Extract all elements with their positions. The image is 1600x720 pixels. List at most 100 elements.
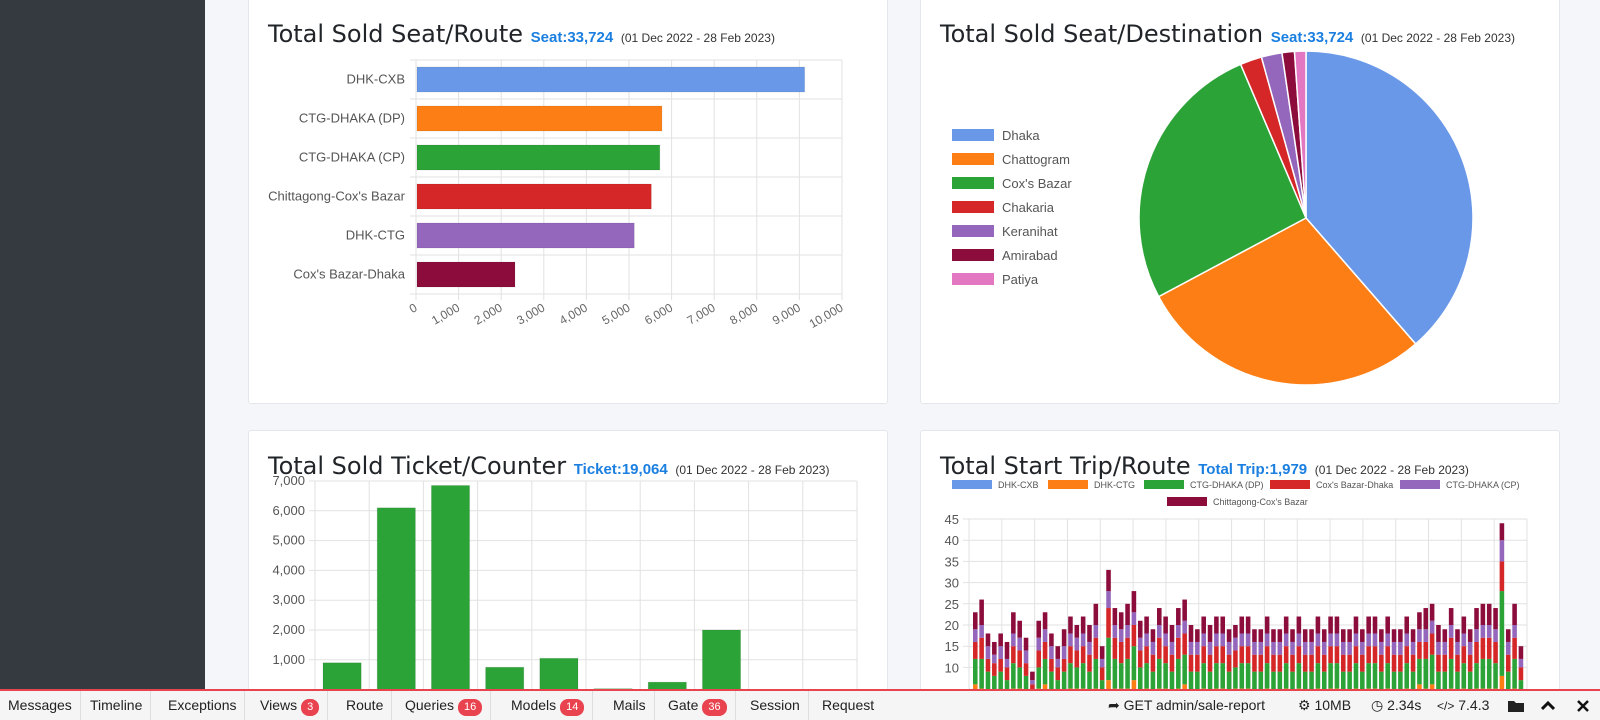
bar — [430, 484, 471, 720]
close-icon[interactable] — [1577, 691, 1589, 720]
bar-segment — [1448, 637, 1454, 659]
bar-segment — [1207, 641, 1213, 655]
bar-segment — [1429, 603, 1435, 621]
memory-value: 10MB — [1314, 697, 1352, 713]
bar-segment — [1106, 569, 1111, 592]
bar-segment — [973, 629, 978, 642]
bar-segment — [1518, 646, 1524, 659]
bar-segment — [1220, 646, 1226, 664]
debug-tab-exceptions[interactable]: Exceptions — [160, 691, 246, 720]
debug-tab-request[interactable]: Request — [814, 691, 882, 720]
y-tick-label: 4,000 — [272, 562, 305, 577]
bar-segment — [1214, 616, 1219, 634]
bar-segment — [1214, 663, 1219, 689]
bar-segment — [1207, 625, 1213, 642]
bar-segment — [1201, 663, 1206, 689]
bar-segment — [1372, 633, 1378, 647]
bar-segment — [1341, 641, 1346, 655]
bar-segment — [1176, 658, 1181, 689]
bar-segment — [1366, 616, 1371, 634]
chevron-up-icon[interactable] — [1540, 691, 1556, 720]
x-tick-label: 1,000 — [429, 300, 462, 327]
folder-icon[interactable] — [1507, 691, 1525, 720]
bar-segment — [1074, 625, 1080, 638]
bar-segment — [1499, 523, 1505, 541]
debug-tab-models[interactable]: Models 14 — [503, 691, 594, 720]
debug-tab-session[interactable]: Session — [742, 691, 809, 720]
bar-segment — [1290, 641, 1295, 655]
bar-segment — [1302, 641, 1308, 655]
bar-segment — [1220, 663, 1226, 689]
bar-segment — [1385, 633, 1390, 647]
category-label: CTG-DHAKA (CP) — [299, 150, 405, 165]
bar-segment — [1467, 629, 1473, 642]
bar-segment — [1385, 616, 1390, 634]
clock-icon: ◷ — [1371, 697, 1384, 713]
x-tick-label: 5,000 — [599, 300, 632, 327]
bar — [416, 183, 652, 210]
bar-segment — [1137, 637, 1143, 651]
bar-segment — [1455, 629, 1460, 642]
bar-segment — [1283, 633, 1289, 647]
debug-tab-route[interactable]: Route — [338, 691, 393, 720]
debug-tab-gate[interactable]: Gate 36 — [660, 691, 736, 720]
x-tick-label: 3,000 — [514, 300, 547, 327]
debug-request-info[interactable]: ➦ GET admin/sale-report — [1108, 691, 1265, 720]
bar-segment — [1182, 654, 1187, 685]
bar-segment — [1163, 633, 1168, 647]
bar-segment — [1309, 629, 1314, 642]
bar-segment — [1233, 650, 1238, 668]
bar-segment — [1176, 637, 1181, 659]
card-seat-route: Total Sold Seat/Route Seat:33,724 (01 De… — [248, 0, 888, 404]
bar-segment — [1144, 663, 1149, 689]
bar-segment — [1366, 663, 1371, 689]
bar-segment — [1080, 633, 1086, 647]
bar-segment — [1328, 646, 1333, 664]
bar-segment — [1410, 629, 1416, 642]
bar-segment — [1099, 667, 1105, 681]
y-tick-label: 45 — [945, 512, 959, 527]
bar-segment — [1518, 658, 1524, 668]
bar-segment — [1302, 654, 1308, 672]
bar-segment — [1360, 629, 1365, 642]
y-tick-label: 35 — [945, 554, 959, 569]
bar-segment — [1017, 667, 1022, 689]
bar-segment — [1512, 625, 1517, 638]
bar-segment — [1448, 608, 1454, 625]
debug-tab-timeline[interactable]: Timeline — [82, 691, 152, 720]
debug-tab-label: Gate — [668, 697, 699, 713]
bar-segment — [1264, 646, 1270, 664]
debug-tab-label: Mails — [613, 697, 646, 713]
bar-segment — [1264, 633, 1270, 647]
debug-tab-label: Timeline — [90, 697, 143, 713]
bar-segment — [1360, 654, 1365, 672]
bar — [416, 144, 661, 171]
bar-segment — [1505, 654, 1511, 672]
debug-tab-views[interactable]: Views 3 — [252, 691, 329, 720]
y-tick-label: 1,000 — [272, 652, 305, 667]
bar-segment — [1099, 658, 1105, 668]
bar-segment — [1296, 663, 1302, 689]
bar-segment — [1245, 616, 1251, 634]
bar-segment — [1321, 629, 1327, 642]
bar-segment — [1195, 654, 1200, 672]
bar-segment — [979, 625, 984, 638]
bar-segment — [1112, 608, 1118, 625]
x-tick-label: 2,000 — [472, 300, 505, 327]
y-tick-label: 2,000 — [272, 622, 305, 637]
bar-segment — [1277, 641, 1283, 655]
code-icon: </> — [1437, 699, 1455, 713]
bar-segment — [1360, 641, 1365, 655]
bar-segment — [1023, 663, 1029, 676]
debug-tab-queries[interactable]: Queries 16 — [397, 691, 492, 720]
debug-tab-messages[interactable]: Messages — [0, 691, 81, 720]
debug-tab-mails[interactable]: Mails — [605, 691, 655, 720]
bar-segment — [1017, 637, 1022, 651]
bar-segment — [1391, 641, 1397, 655]
bar-segment — [1125, 625, 1130, 638]
bar-segment — [1486, 603, 1492, 625]
bar-segment — [1011, 612, 1016, 634]
bar-segment — [1195, 641, 1200, 655]
bar-segment — [1252, 654, 1257, 672]
bar-segment — [1328, 663, 1333, 689]
